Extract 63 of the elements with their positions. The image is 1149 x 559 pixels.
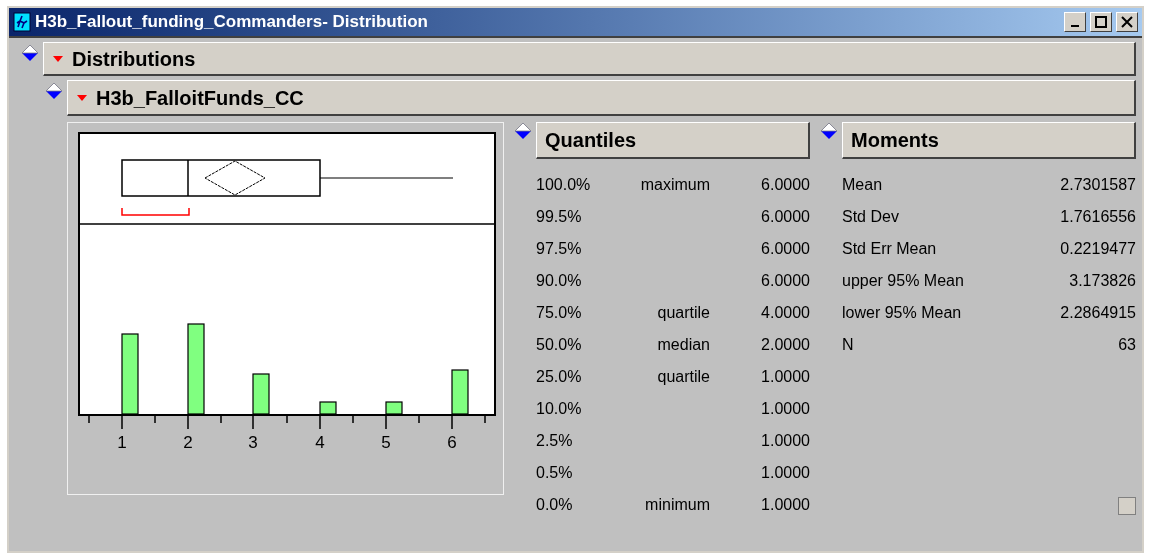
diamond-icon[interactable] (21, 44, 39, 62)
quantile-label: quartile (656, 367, 710, 387)
moment-value: 3.173826 (1069, 271, 1136, 291)
diamond-icon[interactable] (45, 82, 63, 100)
quantile-percent: 97.5% (536, 239, 583, 259)
diamond-icon[interactable] (820, 122, 838, 140)
moment-value: 63 (1118, 335, 1136, 355)
quantile-percent: 50.0% (536, 335, 583, 355)
quantile-value: 1.0000 (760, 399, 810, 419)
axis-label: 3 (248, 433, 258, 452)
outline-header[interactable]: H3b_FalloitFunds_CC (67, 80, 1136, 116)
quantile-value: 6.0000 (760, 175, 810, 195)
quantile-percent: 0.5% (536, 463, 574, 483)
axis-label: 6 (447, 433, 457, 452)
moment-label: Std Dev (842, 207, 899, 227)
quantile-label: median (656, 335, 710, 355)
axis-label: 1 (117, 433, 127, 452)
diamond-icon[interactable] (514, 122, 532, 140)
quantile-value: 2.0000 (760, 335, 810, 355)
quantile-value: 1.0000 (760, 463, 810, 483)
outline-header[interactable]: Moments (842, 122, 1136, 159)
quantile-percent: 99.5% (536, 207, 583, 227)
quantile-percent: 10.0% (536, 399, 583, 419)
quantile-percent: 90.0% (536, 271, 583, 291)
axis-label: 5 (381, 433, 391, 452)
minimize-button[interactable] (1064, 12, 1086, 32)
outline-header[interactable]: Quantiles (536, 122, 810, 159)
window-title: H3b_Fallout_funding_Commanders- Distribution (35, 11, 429, 34)
quantile-percent: 2.5% (536, 431, 574, 451)
maximize-button[interactable] (1090, 12, 1112, 32)
quantile-value: 6.0000 (760, 271, 810, 291)
quantile-value: 1.0000 (760, 431, 810, 451)
moment-label: lower 95% Mean (842, 303, 962, 323)
quantile-percent: 75.0% (536, 303, 583, 323)
moment-label: N (842, 335, 854, 355)
quantile-percent: 0.0% (536, 495, 574, 515)
quantile-value: 1.0000 (760, 495, 810, 515)
caret-down-icon (52, 53, 64, 64)
quantile-percent: 100.0% (536, 175, 592, 195)
close-icon (1121, 16, 1133, 28)
quantile-percent: 25.0% (536, 367, 583, 387)
quantile-value: 1.0000 (760, 367, 810, 387)
axis-label: 2 (183, 433, 193, 452)
minimize-icon (1071, 25, 1079, 27)
moment-label: Std Err Mean (842, 239, 937, 259)
moment-label: upper 95% Mean (842, 271, 964, 291)
quantile-label: minimum (644, 495, 710, 515)
quantile-label: maximum (639, 175, 710, 195)
maximize-icon (1095, 16, 1107, 28)
axis-label: 4 (315, 433, 325, 452)
resize-grip-icon[interactable] (1118, 497, 1136, 515)
quantile-value: 6.0000 (760, 239, 810, 259)
moment-value: 1.7616556 (1060, 207, 1136, 227)
moment-value: 2.7301587 (1060, 175, 1136, 195)
outline-header[interactable]: Distributions (43, 42, 1136, 76)
caret-down-icon (76, 92, 88, 103)
moment-value: 2.2864915 (1060, 303, 1136, 323)
quantile-value: 4.0000 (760, 303, 810, 323)
moment-value: 0.2219477 (1060, 239, 1136, 259)
quantile-value: 6.0000 (760, 207, 810, 227)
quantile-label: quartile (656, 303, 710, 323)
moment-label: Mean (842, 175, 883, 195)
close-button[interactable] (1116, 12, 1138, 32)
